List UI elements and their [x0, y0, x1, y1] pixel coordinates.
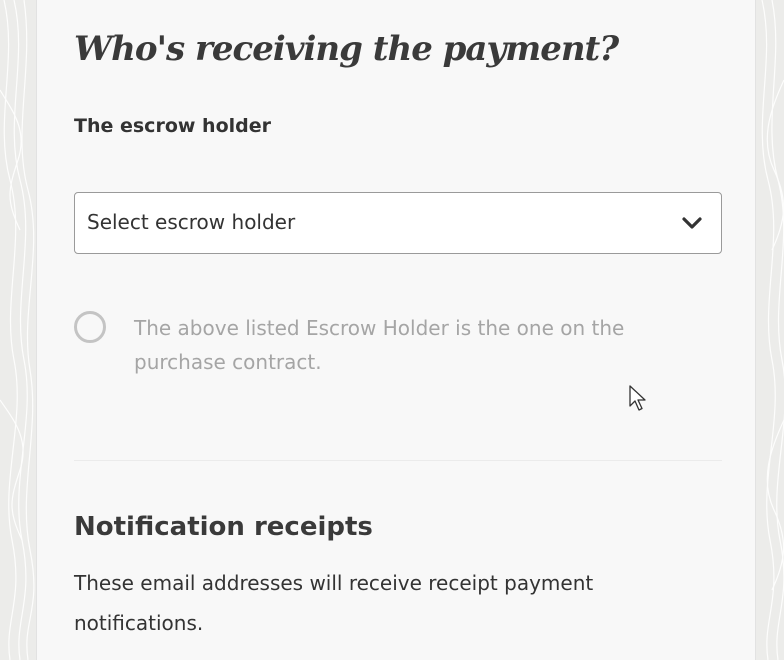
escrow-confirm-radio[interactable]: [74, 311, 106, 343]
escrow-confirm-option[interactable]: The above listed Escrow Holder is the on…: [74, 311, 694, 383]
notification-receipts-title: Notification receipts: [74, 512, 373, 542]
escrow-holder-select-value: Select escrow holder: [87, 210, 296, 234]
escrow-holder-label: The escrow holder: [74, 115, 271, 137]
escrow-holder-select[interactable]: Select escrow holder: [74, 192, 722, 254]
form-card: Who's receiving the payment? The escrow …: [36, 0, 756, 660]
page-title: Who's receiving the payment?: [74, 29, 619, 69]
notification-receipts-description: These email addresses will receive recei…: [74, 571, 594, 635]
section-divider: [74, 460, 722, 461]
escrow-confirm-label: The above listed Escrow Holder is the on…: [134, 316, 625, 374]
mouse-pointer-icon: [629, 385, 646, 411]
chevron-down-icon: [682, 217, 702, 229]
